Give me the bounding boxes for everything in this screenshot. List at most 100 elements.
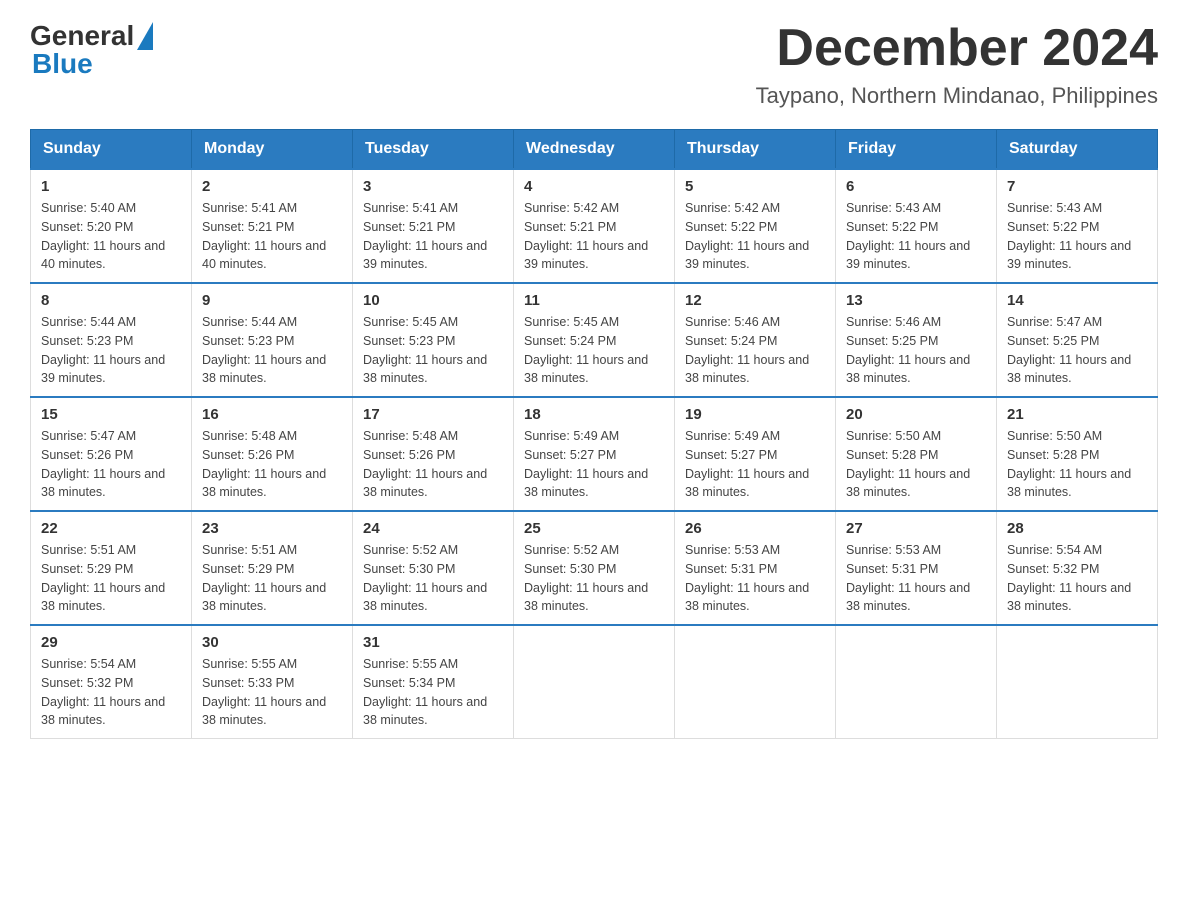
calendar-cell: 13 Sunrise: 5:46 AMSunset: 5:25 PMDaylig… <box>836 283 997 397</box>
calendar-cell: 23 Sunrise: 5:51 AMSunset: 5:29 PMDaylig… <box>192 511 353 625</box>
calendar-cell: 17 Sunrise: 5:48 AMSunset: 5:26 PMDaylig… <box>353 397 514 511</box>
day-info: Sunrise: 5:52 AMSunset: 5:30 PMDaylight:… <box>363 541 503 616</box>
day-number: 20 <box>846 406 986 423</box>
day-number: 30 <box>202 634 342 651</box>
calendar-cell: 3 Sunrise: 5:41 AMSunset: 5:21 PMDayligh… <box>353 169 514 283</box>
day-number: 26 <box>685 520 825 537</box>
day-number: 1 <box>41 178 181 195</box>
day-number: 10 <box>363 292 503 309</box>
day-info: Sunrise: 5:54 AMSunset: 5:32 PMDaylight:… <box>1007 541 1147 616</box>
day-number: 16 <box>202 406 342 423</box>
calendar-cell: 2 Sunrise: 5:41 AMSunset: 5:21 PMDayligh… <box>192 169 353 283</box>
week-row-4: 22 Sunrise: 5:51 AMSunset: 5:29 PMDaylig… <box>31 511 1158 625</box>
day-number: 31 <box>363 634 503 651</box>
calendar-table: SundayMondayTuesdayWednesdayThursdayFrid… <box>30 129 1158 739</box>
calendar-cell <box>675 625 836 739</box>
month-year-title: December 2024 <box>756 20 1158 77</box>
calendar-cell: 14 Sunrise: 5:47 AMSunset: 5:25 PMDaylig… <box>997 283 1158 397</box>
weekday-header-wednesday: Wednesday <box>514 130 675 170</box>
title-section: December 2024 Taypano, Northern Mindanao… <box>756 20 1158 109</box>
day-number: 4 <box>524 178 664 195</box>
weekday-header-thursday: Thursday <box>675 130 836 170</box>
day-number: 22 <box>41 520 181 537</box>
week-row-2: 8 Sunrise: 5:44 AMSunset: 5:23 PMDayligh… <box>31 283 1158 397</box>
weekday-header-tuesday: Tuesday <box>353 130 514 170</box>
day-number: 25 <box>524 520 664 537</box>
day-number: 14 <box>1007 292 1147 309</box>
calendar-cell: 15 Sunrise: 5:47 AMSunset: 5:26 PMDaylig… <box>31 397 192 511</box>
day-info: Sunrise: 5:42 AMSunset: 5:21 PMDaylight:… <box>524 199 664 274</box>
day-info: Sunrise: 5:51 AMSunset: 5:29 PMDaylight:… <box>202 541 342 616</box>
calendar-cell: 1 Sunrise: 5:40 AMSunset: 5:20 PMDayligh… <box>31 169 192 283</box>
day-info: Sunrise: 5:53 AMSunset: 5:31 PMDaylight:… <box>846 541 986 616</box>
day-info: Sunrise: 5:49 AMSunset: 5:27 PMDaylight:… <box>524 427 664 502</box>
day-number: 6 <box>846 178 986 195</box>
calendar-cell: 9 Sunrise: 5:44 AMSunset: 5:23 PMDayligh… <box>192 283 353 397</box>
calendar-cell: 21 Sunrise: 5:50 AMSunset: 5:28 PMDaylig… <box>997 397 1158 511</box>
day-info: Sunrise: 5:40 AMSunset: 5:20 PMDaylight:… <box>41 199 181 274</box>
calendar-cell: 8 Sunrise: 5:44 AMSunset: 5:23 PMDayligh… <box>31 283 192 397</box>
calendar-cell: 4 Sunrise: 5:42 AMSunset: 5:21 PMDayligh… <box>514 169 675 283</box>
day-number: 12 <box>685 292 825 309</box>
logo: General Blue <box>30 20 153 80</box>
day-info: Sunrise: 5:44 AMSunset: 5:23 PMDaylight:… <box>202 313 342 388</box>
weekday-header-friday: Friday <box>836 130 997 170</box>
calendar-cell: 6 Sunrise: 5:43 AMSunset: 5:22 PMDayligh… <box>836 169 997 283</box>
weekday-header-row: SundayMondayTuesdayWednesdayThursdayFrid… <box>31 130 1158 170</box>
day-info: Sunrise: 5:48 AMSunset: 5:26 PMDaylight:… <box>202 427 342 502</box>
calendar-cell: 11 Sunrise: 5:45 AMSunset: 5:24 PMDaylig… <box>514 283 675 397</box>
day-number: 21 <box>1007 406 1147 423</box>
calendar-cell: 16 Sunrise: 5:48 AMSunset: 5:26 PMDaylig… <box>192 397 353 511</box>
day-info: Sunrise: 5:45 AMSunset: 5:24 PMDaylight:… <box>524 313 664 388</box>
day-info: Sunrise: 5:43 AMSunset: 5:22 PMDaylight:… <box>1007 199 1147 274</box>
calendar-cell: 28 Sunrise: 5:54 AMSunset: 5:32 PMDaylig… <box>997 511 1158 625</box>
calendar-cell: 19 Sunrise: 5:49 AMSunset: 5:27 PMDaylig… <box>675 397 836 511</box>
day-number: 2 <box>202 178 342 195</box>
day-number: 3 <box>363 178 503 195</box>
day-info: Sunrise: 5:46 AMSunset: 5:25 PMDaylight:… <box>846 313 986 388</box>
day-number: 15 <box>41 406 181 423</box>
calendar-cell: 5 Sunrise: 5:42 AMSunset: 5:22 PMDayligh… <box>675 169 836 283</box>
weekday-header-saturday: Saturday <box>997 130 1158 170</box>
day-number: 8 <box>41 292 181 309</box>
day-info: Sunrise: 5:47 AMSunset: 5:26 PMDaylight:… <box>41 427 181 502</box>
calendar-cell: 30 Sunrise: 5:55 AMSunset: 5:33 PMDaylig… <box>192 625 353 739</box>
calendar-cell: 18 Sunrise: 5:49 AMSunset: 5:27 PMDaylig… <box>514 397 675 511</box>
day-info: Sunrise: 5:54 AMSunset: 5:32 PMDaylight:… <box>41 655 181 730</box>
calendar-cell <box>997 625 1158 739</box>
day-info: Sunrise: 5:49 AMSunset: 5:27 PMDaylight:… <box>685 427 825 502</box>
calendar-cell: 7 Sunrise: 5:43 AMSunset: 5:22 PMDayligh… <box>997 169 1158 283</box>
logo-triangle-icon <box>137 22 153 50</box>
day-number: 13 <box>846 292 986 309</box>
day-info: Sunrise: 5:48 AMSunset: 5:26 PMDaylight:… <box>363 427 503 502</box>
day-number: 19 <box>685 406 825 423</box>
day-number: 7 <box>1007 178 1147 195</box>
day-info: Sunrise: 5:50 AMSunset: 5:28 PMDaylight:… <box>1007 427 1147 502</box>
day-number: 17 <box>363 406 503 423</box>
calendar-cell <box>514 625 675 739</box>
calendar-cell <box>836 625 997 739</box>
day-info: Sunrise: 5:51 AMSunset: 5:29 PMDaylight:… <box>41 541 181 616</box>
calendar-cell: 24 Sunrise: 5:52 AMSunset: 5:30 PMDaylig… <box>353 511 514 625</box>
calendar-cell: 29 Sunrise: 5:54 AMSunset: 5:32 PMDaylig… <box>31 625 192 739</box>
calendar-cell: 20 Sunrise: 5:50 AMSunset: 5:28 PMDaylig… <box>836 397 997 511</box>
day-info: Sunrise: 5:44 AMSunset: 5:23 PMDaylight:… <box>41 313 181 388</box>
day-number: 24 <box>363 520 503 537</box>
week-row-1: 1 Sunrise: 5:40 AMSunset: 5:20 PMDayligh… <box>31 169 1158 283</box>
day-info: Sunrise: 5:46 AMSunset: 5:24 PMDaylight:… <box>685 313 825 388</box>
location-subtitle: Taypano, Northern Mindanao, Philippines <box>756 83 1158 109</box>
day-number: 18 <box>524 406 664 423</box>
page-header: General Blue December 2024 Taypano, Nort… <box>30 20 1158 109</box>
day-number: 27 <box>846 520 986 537</box>
calendar-cell: 10 Sunrise: 5:45 AMSunset: 5:23 PMDaylig… <box>353 283 514 397</box>
day-number: 28 <box>1007 520 1147 537</box>
calendar-cell: 12 Sunrise: 5:46 AMSunset: 5:24 PMDaylig… <box>675 283 836 397</box>
week-row-3: 15 Sunrise: 5:47 AMSunset: 5:26 PMDaylig… <box>31 397 1158 511</box>
day-info: Sunrise: 5:53 AMSunset: 5:31 PMDaylight:… <box>685 541 825 616</box>
day-number: 5 <box>685 178 825 195</box>
calendar-cell: 27 Sunrise: 5:53 AMSunset: 5:31 PMDaylig… <box>836 511 997 625</box>
calendar-cell: 31 Sunrise: 5:55 AMSunset: 5:34 PMDaylig… <box>353 625 514 739</box>
day-info: Sunrise: 5:45 AMSunset: 5:23 PMDaylight:… <box>363 313 503 388</box>
day-info: Sunrise: 5:42 AMSunset: 5:22 PMDaylight:… <box>685 199 825 274</box>
day-info: Sunrise: 5:50 AMSunset: 5:28 PMDaylight:… <box>846 427 986 502</box>
